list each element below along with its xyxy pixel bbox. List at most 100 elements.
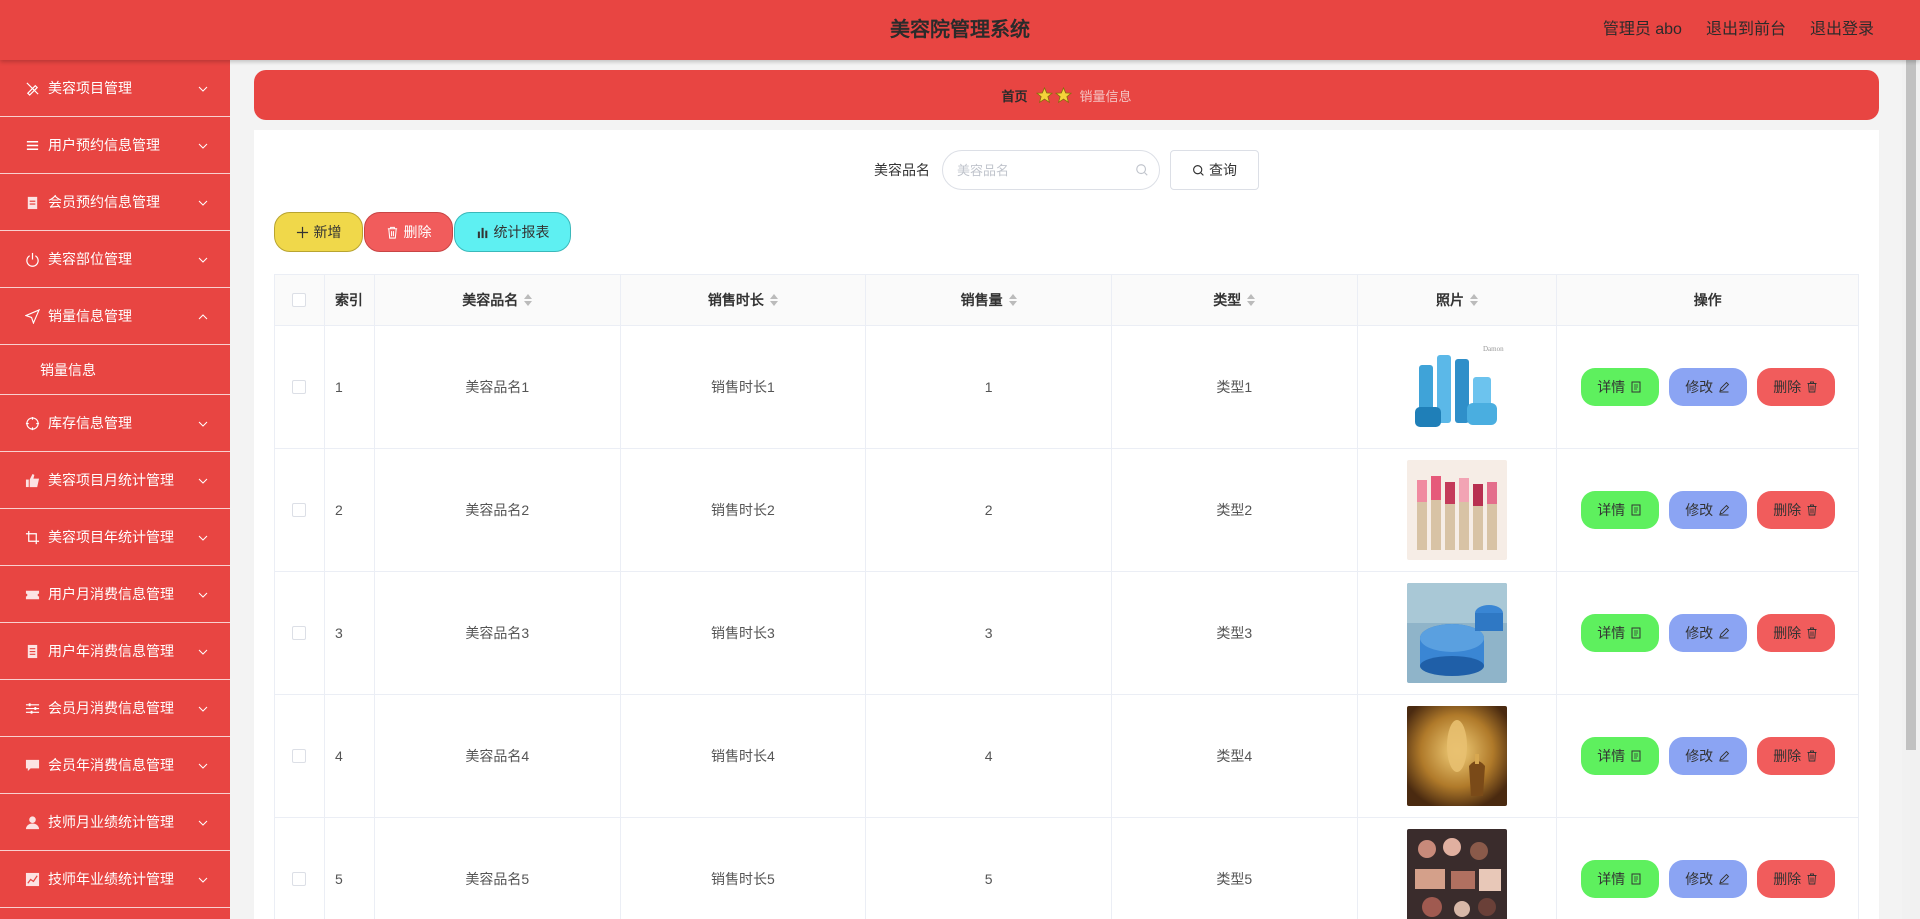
- cell-type: 类型3: [1112, 572, 1358, 694]
- detail-button[interactable]: 详情: [1580, 491, 1659, 529]
- chevron-down-icon: [198, 81, 208, 92]
- document-icon: [1631, 504, 1641, 516]
- sort-icon: [769, 294, 778, 306]
- delete-button[interactable]: 删除: [364, 212, 453, 252]
- detail-button[interactable]: 详情: [1580, 614, 1659, 652]
- row-delete-button[interactable]: 删除: [1756, 860, 1835, 898]
- add-button-label: 新增: [313, 224, 342, 240]
- sidebar-item-sales[interactable]: 销量信息管理: [0, 288, 230, 345]
- exit-to-front-link[interactable]: 退出到前台: [1706, 0, 1786, 60]
- product-photo-cream-jar[interactable]: [1407, 583, 1508, 683]
- breadcrumb-current: 销量信息: [1079, 88, 1132, 104]
- delete-label: 删除: [1773, 748, 1802, 764]
- chevron-down-icon: [198, 195, 208, 206]
- sidebar-item-label: 用户年消费信息管理: [48, 643, 174, 659]
- edit-button[interactable]: 修改: [1668, 860, 1747, 898]
- document-icon: [24, 643, 40, 659]
- delete-label: 删除: [1773, 871, 1802, 887]
- content-panel: 美容品名 查询 新增 删除 统计报表: [254, 130, 1879, 919]
- delete-button-label: 删除: [403, 224, 432, 240]
- sidebar-item-user-appointments[interactable]: 用户预约信息管理: [0, 117, 230, 174]
- cell-photo: [1358, 818, 1558, 919]
- cell-volume: 5: [866, 818, 1112, 919]
- sidebar-item-tech-yearly-performance[interactable]: 技师年业绩统计管理: [0, 851, 230, 908]
- sidebar: 美容项目管理 用户预约信息管理 会员预约信息管理 美容部位管理 销量信息管理 销…: [0, 60, 230, 919]
- sidebar-item-beauty-parts[interactable]: 美容部位管理: [0, 231, 230, 288]
- row-delete-button[interactable]: 删除: [1756, 614, 1835, 652]
- edit-button[interactable]: 修改: [1668, 737, 1747, 775]
- header-name[interactable]: 美容品名: [375, 275, 621, 325]
- row-delete-button[interactable]: 删除: [1756, 368, 1835, 406]
- detail-button[interactable]: 详情: [1580, 737, 1659, 775]
- edit-button[interactable]: 修改: [1668, 368, 1747, 406]
- chart-icon: [24, 871, 40, 887]
- chevron-down-icon: [198, 587, 208, 598]
- pencil-icon: [1719, 750, 1730, 762]
- sidebar-item-inventory[interactable]: 库存信息管理: [0, 395, 230, 452]
- add-button[interactable]: 新增: [274, 212, 363, 252]
- svg-text:Damon: Damon: [1483, 345, 1504, 353]
- row-select-cell: [275, 695, 325, 817]
- row-select-cell: [275, 572, 325, 694]
- cell-name: 美容品名1: [375, 326, 621, 448]
- user-icon: [24, 814, 40, 830]
- product-photo-skincare-bottles[interactable]: Damon: [1407, 337, 1508, 437]
- header-type[interactable]: 类型: [1112, 275, 1358, 325]
- crop-icon: [24, 529, 40, 545]
- sidebar-item-label: 美容部位管理: [48, 251, 132, 267]
- document-icon: [1631, 750, 1641, 762]
- row-checkbox[interactable]: [292, 872, 307, 886]
- cell-volume: 2: [866, 449, 1112, 571]
- sidebar-item-project-monthly-stats[interactable]: 美容项目月统计管理: [0, 452, 230, 509]
- select-all-checkbox[interactable]: [292, 293, 307, 307]
- header-volume[interactable]: 销售量: [866, 275, 1112, 325]
- search-input[interactable]: [943, 151, 1159, 189]
- header-duration[interactable]: 销售时长: [621, 275, 867, 325]
- edit-button[interactable]: 修改: [1668, 614, 1747, 652]
- edit-button[interactable]: 修改: [1668, 491, 1747, 529]
- row-checkbox[interactable]: [292, 626, 307, 640]
- sidebar-item-member-monthly-spend[interactable]: 会员月消费信息管理: [0, 680, 230, 737]
- query-button[interactable]: 查询: [1170, 150, 1259, 190]
- admin-user-label[interactable]: 管理员 abo: [1603, 0, 1682, 60]
- detail-button[interactable]: 详情: [1580, 860, 1659, 898]
- sidebar-item-label: 技师年业绩统计管理: [48, 871, 174, 887]
- sort-icon: [1470, 294, 1479, 306]
- cell-duration: 销售时长2: [621, 449, 867, 571]
- send-icon: [24, 308, 40, 324]
- row-checkbox[interactable]: [292, 380, 307, 394]
- breadcrumb-home[interactable]: 首页: [1001, 86, 1027, 105]
- action-toolbar: 新增 删除 统计报表: [274, 212, 571, 252]
- header-photo[interactable]: 照片: [1358, 275, 1558, 325]
- row-checkbox[interactable]: [292, 503, 307, 517]
- sidebar-item-member-appointments[interactable]: 会员预约信息管理: [0, 174, 230, 231]
- scrollbar-thumb[interactable]: [1906, 60, 1916, 750]
- sidebar-item-user-yearly-spend[interactable]: 用户年消费信息管理: [0, 623, 230, 680]
- row-delete-button[interactable]: 删除: [1756, 491, 1835, 529]
- sidebar-item-user-monthly-spend[interactable]: 用户月消费信息管理: [0, 566, 230, 623]
- product-photo-makeup-palette[interactable]: [1407, 829, 1508, 919]
- stats-report-button[interactable]: 统计报表: [454, 212, 571, 252]
- row-actions: 详情 修改 删除: [1580, 860, 1835, 898]
- row-checkbox[interactable]: [292, 749, 307, 763]
- page-scrollbar[interactable]: [1902, 60, 1920, 919]
- product-photo-gold-perfume[interactable]: [1407, 706, 1508, 806]
- sidebar-item-member-yearly-spend[interactable]: 会员年消费信息管理: [0, 737, 230, 794]
- logout-link[interactable]: 退出登录: [1810, 0, 1874, 60]
- sidebar-item-tech-monthly-performance[interactable]: 技师月业绩统计管理: [0, 794, 230, 851]
- sidebar-subitem-sales-info[interactable]: 销量信息: [0, 345, 230, 395]
- cell-ops: 详情 修改 删除: [1557, 449, 1858, 571]
- search-bar: 美容品名 查询: [254, 150, 1879, 190]
- sidebar-item-label: 用户月消费信息管理: [48, 586, 174, 602]
- edit-label: 修改: [1685, 748, 1714, 764]
- sidebar-item-project-yearly-stats[interactable]: 美容项目年统计管理: [0, 509, 230, 566]
- sidebar-item-beauty-projects[interactable]: 美容项目管理: [0, 60, 230, 117]
- detail-button[interactable]: 详情: [1580, 368, 1659, 406]
- cell-type: 类型2: [1112, 449, 1358, 571]
- header-volume-label: 销售量: [960, 292, 1003, 308]
- trash-icon: [387, 226, 397, 239]
- row-delete-button[interactable]: 删除: [1756, 737, 1835, 775]
- table-row: 2 美容品名2 销售时长2 2 类型2 详情 修改 删除: [275, 449, 1858, 572]
- product-photo-lipsticks[interactable]: [1407, 460, 1508, 560]
- trash-icon: [1807, 873, 1817, 885]
